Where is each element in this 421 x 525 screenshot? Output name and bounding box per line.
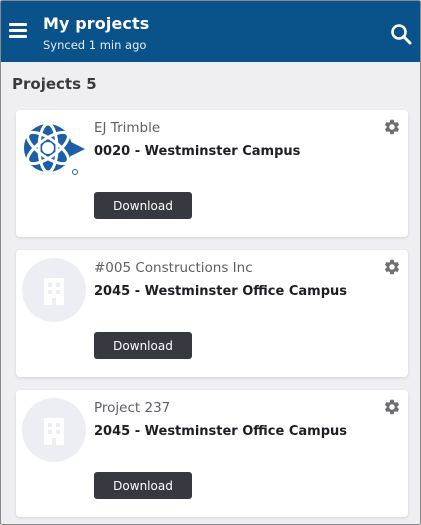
project-name: 0020 - Westminster Campus	[94, 144, 301, 159]
page-title: My projects	[43, 14, 150, 33]
gear-icon[interactable]	[383, 258, 401, 276]
project-organization: Project 237	[94, 400, 171, 416]
project-card[interactable]: EJ Trimble 0020 - Westminster Campus Dow…	[16, 110, 408, 237]
project-name: 2045 - Westminster Office Campus	[94, 424, 347, 439]
project-thumbnail	[22, 398, 86, 462]
project-thumbnail	[22, 258, 86, 322]
project-organization: EJ Trimble	[94, 120, 161, 136]
project-organization: #005 Constructions Inc	[94, 260, 253, 276]
globe-logo-icon	[24, 122, 85, 175]
project-name: 2045 - Westminster Office Campus	[94, 284, 347, 299]
download-button[interactable]: Download	[94, 472, 192, 499]
projects-count-header: Projects 5	[12, 75, 97, 93]
search-icon[interactable]	[390, 23, 412, 45]
app-bar: My projects Synced 1 min ago	[1, 1, 420, 62]
download-button[interactable]: Download	[94, 332, 192, 359]
download-button[interactable]: Download	[94, 192, 192, 219]
menu-icon[interactable]	[9, 23, 27, 39]
app-frame: My projects Synced 1 min ago Projects 5 …	[0, 0, 421, 525]
building-icon	[44, 278, 64, 305]
project-card[interactable]: #005 Constructions Inc 2045 - Westminste…	[16, 250, 408, 377]
building-icon	[44, 418, 64, 445]
project-card[interactable]: Project 237 2045 - Westminster Office Ca…	[16, 390, 408, 517]
gear-icon[interactable]	[383, 398, 401, 416]
gear-icon[interactable]	[383, 118, 401, 136]
sync-status: Synced 1 min ago	[43, 38, 147, 52]
